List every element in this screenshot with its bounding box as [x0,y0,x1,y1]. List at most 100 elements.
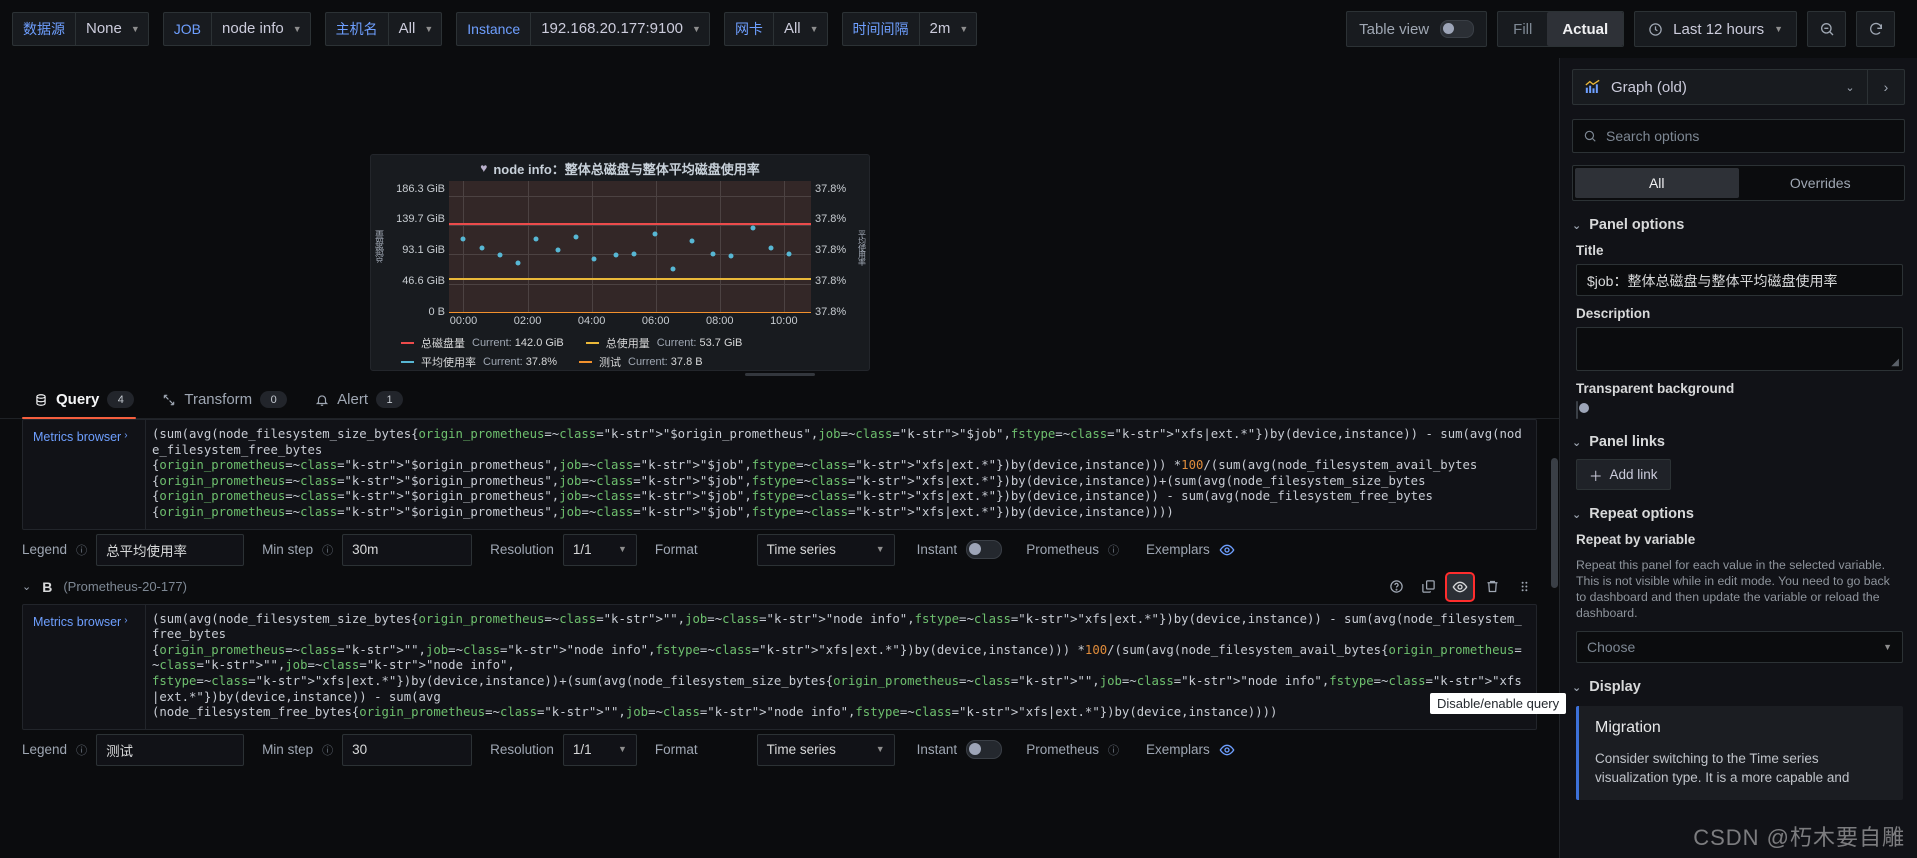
variable-job-label: JOB [162,12,212,46]
variable-datasource[interactable]: 数据源 None ▼ [12,12,149,46]
refresh-button[interactable] [1856,11,1895,47]
panel-title-text: node info：整体总磁盘与整体平均磁盘使用率 [493,161,760,177]
variable-job[interactable]: JOB node info ▼ [162,12,311,46]
grid-line-vertical [463,181,465,313]
variable-instance[interactable]: Instance 192.168.20.177:9100 ▼ [456,12,710,46]
variable-hostname[interactable]: 主机名 All ▼ [324,12,443,46]
resolution-select[interactable]: 1/1 ▼ [562,533,637,566]
transparent-background-toggle[interactable] [1576,401,1589,419]
x-tick: 04:00 [577,315,606,327]
instant-toggle[interactable] [966,540,1003,560]
plus-icon: ＋ [1589,468,1603,484]
transparent-background-label: Transparent background [1576,381,1735,396]
info-icon[interactable]: ⓘ [1108,542,1119,558]
repeat-options-header[interactable]: ⌄ Repeat options [1560,506,1917,522]
instant-label: Instant [916,742,958,758]
info-icon[interactable]: ⓘ [322,742,333,758]
plot-canvas[interactable] [449,181,811,313]
min-step-input[interactable]: 30 [342,733,473,766]
eye-icon[interactable] [1219,742,1235,758]
tab-overrides[interactable]: Overrides [1739,168,1903,198]
variable-interval[interactable]: 时间间隔 2m ▼ [841,12,978,46]
tab-all[interactable]: All [1575,168,1739,198]
table-view-toggle[interactable]: Table view [1347,12,1486,46]
drag-query-handle[interactable] [1511,574,1537,600]
variable-nic[interactable]: 网卡 All ▼ [723,12,828,46]
description-textarea[interactable]: ◢ [1576,327,1903,371]
title-input[interactable]: $job：整体总磁盘与整体平均磁盘使用率 [1576,264,1903,296]
legend-input[interactable]: 总平均使用率 [96,533,245,566]
format-select[interactable]: Time series ▼ [756,533,895,566]
eye-icon[interactable] [1219,542,1235,558]
search-options-box[interactable]: Search options [1572,119,1905,153]
metrics-browser-b[interactable]: Metrics browser › [23,605,145,729]
migration-notice: Migration Consider switching to the Time… [1576,706,1903,800]
query-a-expression[interactable]: (sum(avg(node_filesystem_size_bytes{orig… [145,420,1536,529]
panel-links-header[interactable]: ⌄ Panel links [1560,434,1917,450]
grid-line-vertical [655,181,657,313]
field-transparent-background: Transparent background [1560,371,1917,419]
tab-query-count: 4 [107,391,135,408]
instant-toggle[interactable] [966,740,1003,760]
x-tick: 06:00 [641,315,670,327]
legend-current: Current: 37.8 B [628,356,703,368]
legend-input[interactable]: 测试 [96,733,245,766]
actual-option[interactable]: Actual [1547,12,1624,46]
collapse-options-pane-button[interactable]: › [1867,70,1904,104]
add-link-button[interactable]: ＋ Add link [1576,459,1671,490]
query-help-button[interactable] [1383,574,1409,600]
zoom-out-button[interactable] [1807,11,1846,47]
fill-option[interactable]: Fill [1498,12,1547,46]
tab-transform[interactable]: Transform 0 [150,391,303,418]
panel-view-controls: Table view Fill Actual Last 12 hours ▼ [1346,11,1905,47]
info-icon[interactable]: ⓘ [76,542,87,558]
variable-datasource-value[interactable]: None ▼ [75,12,149,46]
graph-panel: ♥ node info：整体总磁盘与整体平均磁盘使用率 总磁盘量 186.3 G… [370,154,870,371]
variable-nic-value[interactable]: All ▼ [772,12,828,46]
query-a-instant-field: Instant [917,540,1003,560]
tab-query[interactable]: Query 4 [22,391,150,419]
info-icon[interactable]: ⓘ [1108,742,1119,758]
field-title: Title $job：整体总磁盘与整体平均磁盘使用率 [1560,233,1917,296]
remove-query-button[interactable] [1479,574,1505,600]
info-icon[interactable]: ⓘ [76,742,87,758]
tab-alert[interactable]: Alert 1 [303,391,419,418]
info-icon[interactable]: ⓘ [322,542,333,558]
chevron-down-icon: ▼ [617,744,627,755]
panel-resize-handle[interactable] [0,373,1559,376]
disable-enable-query-button[interactable] [1445,571,1475,602]
data-point [631,251,637,257]
help-circle-icon [1389,580,1403,593]
duplicate-query-button[interactable] [1415,574,1441,600]
table-view-switch[interactable] [1440,20,1475,38]
resolution-select[interactable]: 1/1 ▼ [562,733,637,766]
panel-options-header[interactable]: ⌄ Panel options [1560,217,1917,233]
legend-item[interactable]: 平均使用率 Current: 37.8% [401,354,557,370]
repeat-choose-label: Choose [1587,639,1636,655]
legend-item[interactable]: 总使用量 Current: 53.7 GiB [585,335,742,351]
display-header[interactable]: ⌄ Display [1560,679,1917,695]
vertical-scrollbar[interactable] [1551,458,1558,588]
drag-handle-icon [1521,581,1527,592]
data-point [555,247,561,253]
variable-instance-value[interactable]: 192.168.20.177:9100 ▼ [530,12,710,46]
series-line-总磁盘量 [449,222,811,225]
metrics-browser-a-label: Metrics browser [33,430,122,444]
min-step-input[interactable]: 30m [342,533,473,566]
collapse-query-b-icon[interactable]: ⌄ [22,580,31,593]
chevron-down-icon[interactable]: ⌄ [1833,81,1867,94]
time-range-picker[interactable]: Last 12 hours ▼ [1635,12,1796,46]
legend-item[interactable]: 测试 Current: 37.8 B [579,354,703,370]
variable-hostname-value[interactable]: All ▼ [387,12,443,46]
visualization-picker[interactable]: Graph (old) ⌄ › [1572,69,1905,105]
format-select[interactable]: Time series ▼ [756,733,895,766]
variable-interval-value[interactable]: 2m ▼ [918,12,978,46]
repeat-variable-select[interactable]: Choose ▼ [1576,631,1903,663]
series-line-总使用量 [449,278,811,281]
query-b-expression[interactable]: (sum(avg(node_filesystem_size_bytes{orig… [145,604,1536,729]
resize-grip-icon[interactable]: ◢ [1891,357,1899,368]
legend-item[interactable]: 总磁盘量 Current: 142.0 GiB [401,335,564,351]
query-a-legend-field: Legend ⓘ 总平均使用率 [22,533,245,566]
metrics-browser-a[interactable]: Metrics browser › [23,420,145,529]
variable-job-value[interactable]: node info ▼ [211,12,311,46]
